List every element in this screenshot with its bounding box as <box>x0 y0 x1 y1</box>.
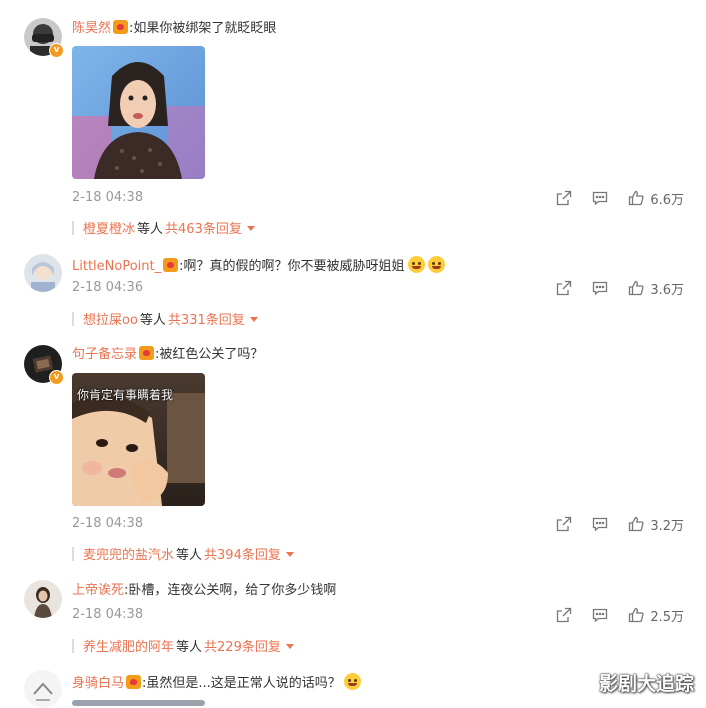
username-link[interactable]: 陈昊然 <box>72 21 111 36</box>
avatar[interactable] <box>24 254 62 292</box>
thumbs-up-icon[interactable] <box>628 607 644 623</box>
reply-count[interactable]: 共331条回复 <box>168 313 245 328</box>
comment-time: 2-18 04:38 <box>72 607 144 622</box>
replies-summary[interactable]: 想拉屎oo 等人 共331条回复 <box>72 309 258 328</box>
reply-deng: 等人 <box>139 313 166 328</box>
share-icon[interactable] <box>556 607 572 623</box>
comment-line: 身骑白马 :虽然但是...这是正常人说的话吗？ <box>72 673 361 693</box>
comment-icon[interactable] <box>592 280 608 296</box>
like-count: 2.5万 <box>650 609 684 625</box>
crying-emoji-icon <box>427 256 445 273</box>
avatar[interactable]: v <box>24 18 64 58</box>
comment-time: 2-18 04:38 <box>72 190 144 205</box>
share-icon[interactable] <box>556 190 572 206</box>
comment-icon[interactable] <box>592 516 608 532</box>
comment-text: :卧槽，连夜公关啊，给了你多少钱啊 <box>124 583 337 598</box>
comment-icon[interactable] <box>592 190 608 206</box>
member-badge-icon <box>113 20 129 34</box>
comment-time: 2-18 04:38 <box>72 516 144 531</box>
like-count: 6.6万 <box>650 192 684 208</box>
thumbs-up-icon[interactable] <box>628 516 644 532</box>
share-icon[interactable] <box>556 280 572 296</box>
comment-time: 2-18 04:36 <box>72 280 144 295</box>
member-badge-icon <box>126 675 142 689</box>
username-link[interactable]: 句子备忘录 <box>72 347 137 362</box>
reply-count[interactable]: 共394条回复 <box>204 548 281 563</box>
comment-text: :啊？真的假的啊？你不要被威胁呀姐姐 <box>179 259 405 274</box>
reply-user[interactable]: 麦兜兜的盐汽水 <box>83 548 174 563</box>
image-caption: 你肯定有事瞒着我 <box>77 388 174 402</box>
chevron-down-icon[interactable] <box>285 552 294 557</box>
avatar[interactable] <box>24 670 62 708</box>
comment-image[interactable]: 你肯定有事瞒着我 <box>72 373 205 506</box>
crying-emoji-icon <box>407 256 425 273</box>
reply-deng: 等人 <box>137 222 164 237</box>
chevron-down-icon[interactable] <box>285 644 294 649</box>
member-badge-icon <box>163 258 179 272</box>
verified-badge-icon: v <box>49 43 64 58</box>
share-icon[interactable] <box>556 516 572 532</box>
reply-user[interactable]: 想拉屎oo <box>83 313 138 328</box>
reply-user[interactable]: 橙夏橙冰 <box>83 222 135 237</box>
comment-image[interactable] <box>72 46 205 179</box>
username-link[interactable]: 身骑白马 <box>72 676 124 691</box>
comment-line: 句子备忘录 :被红色公关了吗？ <box>72 346 263 364</box>
chevron-down-icon[interactable] <box>249 317 258 322</box>
chevron-down-icon[interactable] <box>246 226 255 231</box>
comment-meta: 2-18 04:36 3.6万 <box>72 280 684 298</box>
comment-image[interactable] <box>72 700 205 706</box>
comment-icon[interactable] <box>592 607 608 623</box>
avatar[interactable] <box>24 580 62 618</box>
replies-summary[interactable]: 麦兜兜的盐汽水 等人 共394条回复 <box>72 544 294 563</box>
sweat-smile-emoji-icon <box>343 673 361 690</box>
reply-deng: 等人 <box>176 548 203 563</box>
comment-line: 上帝诶死:卧槽，连夜公关啊，给了你多少钱啊 <box>72 582 336 600</box>
comment-meta: 2-18 04:38 6.6万 <box>72 190 684 208</box>
comment-text: :如果你被绑架了就眨眨眼 <box>129 21 277 36</box>
comment-meta: 2-18 04:38 2.5万 <box>72 607 684 625</box>
comment-line: 陈昊然 :如果你被绑架了就眨眨眼 <box>72 20 276 38</box>
comment-meta: 2-18 04:38 3.2万 <box>72 516 684 534</box>
thumbs-up-icon[interactable] <box>628 280 644 296</box>
watermark-text: 影剧大追踪 <box>598 673 694 695</box>
thumbs-up-icon[interactable] <box>628 190 644 206</box>
avatar[interactable]: v <box>24 345 64 385</box>
member-badge-icon <box>139 346 155 360</box>
comment-text: :虽然但是...这是正常人说的话吗？ <box>142 676 341 691</box>
username-link[interactable]: 上帝诶死 <box>72 583 124 598</box>
comment-text: :被红色公关了吗？ <box>155 347 264 362</box>
like-count: 3.2万 <box>650 518 684 534</box>
username-link[interactable]: LittleNoPoint_ <box>72 259 161 274</box>
replies-summary[interactable]: 养生减肥的阿年 等人 共229条回复 <box>72 636 294 655</box>
reply-count[interactable]: 共229条回复 <box>204 640 281 655</box>
reply-user[interactable]: 养生减肥的阿年 <box>83 640 174 655</box>
replies-summary[interactable]: 橙夏橙冰 等人 共463条回复 <box>72 218 255 237</box>
like-count: 3.6万 <box>650 282 684 298</box>
reply-count[interactable]: 共463条回复 <box>165 222 242 237</box>
verified-badge-icon: v <box>49 370 64 385</box>
comment-line: LittleNoPoint_ :啊？真的假的啊？你不要被威胁呀姐姐 <box>72 256 445 276</box>
reply-deng: 等人 <box>176 640 203 655</box>
